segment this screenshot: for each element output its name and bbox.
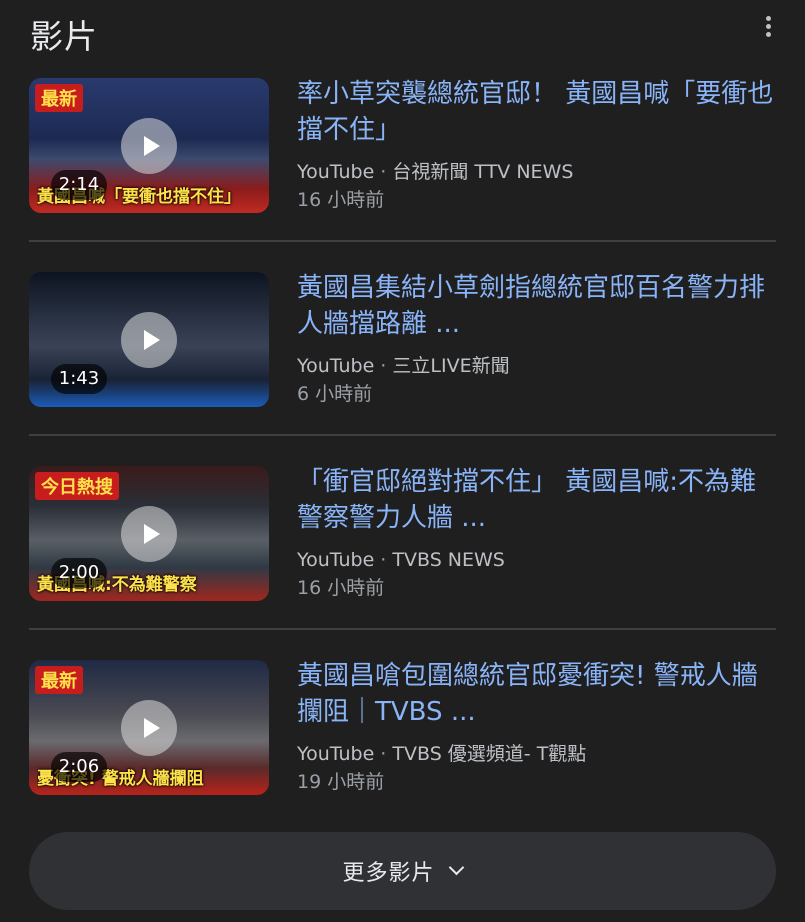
video-item[interactable]: 今日熱搜 黃國昌喊:不為難警察 2:00 「衝官邸絕對擋不住」 黃國昌喊:不為難…	[29, 454, 776, 630]
video-meta: YouTube · 三立LIVE新聞	[297, 355, 510, 377]
video-timestamp: 19 小時前	[297, 771, 385, 793]
video-timestamp: 16 小時前	[297, 577, 385, 599]
video-platform: YouTube	[297, 355, 375, 377]
video-title-link[interactable]: 黃國昌集結小草劍指總統官邸百名警力排人牆擋路離 ...	[297, 270, 775, 342]
play-icon[interactable]	[121, 700, 177, 756]
video-channel: 三立LIVE新聞	[392, 355, 510, 377]
video-title-link[interactable]: 「衝官邸絕對擋不住」 黃國昌喊:不為難警察警力人牆 ...	[297, 464, 775, 536]
play-icon[interactable]	[121, 506, 177, 562]
duration-badge: 1:43	[51, 364, 107, 394]
more-vert-icon[interactable]	[762, 14, 774, 42]
duration-badge: 2:00	[51, 558, 107, 588]
video-list: 最新 黃國昌喊「要衝也擋不住」 2:14 率小草突襲總統官邸！ 黃國昌喊「要衝也…	[29, 66, 776, 840]
play-icon[interactable]	[121, 312, 177, 368]
video-item[interactable]: 最新 憂衝突! 警戒人牆攔阻 2:06 黃國昌嗆包圍總統官邸憂衝突! 警戒人牆攔…	[29, 648, 776, 822]
duration-badge: 2:14	[51, 170, 107, 200]
video-thumbnail[interactable]: 最新 憂衝突! 警戒人牆攔阻 2:06	[29, 660, 269, 795]
video-item[interactable]: 1:43 黃國昌集結小草劍指總統官邸百名警力排人牆擋路離 ... YouTube…	[29, 260, 776, 436]
video-title-link[interactable]: 黃國昌嗆包圍總統官邸憂衝突! 警戒人牆攔阻｜TVBS ...	[297, 658, 775, 730]
more-videos-button[interactable]: 更多影片	[29, 832, 776, 910]
videos-header: 影片	[30, 6, 780, 56]
video-platform: YouTube	[297, 549, 375, 571]
video-meta: YouTube · TVBS NEWS	[297, 549, 505, 571]
section-title: 影片	[30, 17, 98, 56]
video-thumbnail[interactable]: 最新 黃國昌喊「要衝也擋不住」 2:14	[29, 78, 269, 213]
thumbnail-banner: 最新	[35, 666, 83, 694]
duration-badge: 2:06	[51, 752, 107, 782]
video-platform: YouTube	[297, 743, 375, 765]
video-title-link[interactable]: 率小草突襲總統官邸！ 黃國昌喊「要衝也擋不住」	[297, 76, 775, 148]
video-timestamp: 16 小時前	[297, 189, 385, 211]
video-meta: YouTube · 台視新聞 TTV NEWS	[297, 161, 574, 183]
video-thumbnail[interactable]: 今日熱搜 黃國昌喊:不為難警察 2:00	[29, 466, 269, 601]
video-item[interactable]: 最新 黃國昌喊「要衝也擋不住」 2:14 率小草突襲總統官邸！ 黃國昌喊「要衝也…	[29, 66, 776, 242]
play-icon[interactable]	[121, 118, 177, 174]
video-channel: TVBS 優選頻道- T觀點	[392, 743, 587, 765]
thumbnail-banner: 最新	[35, 84, 83, 112]
more-videos-label: 更多影片	[342, 861, 435, 886]
video-timestamp: 6 小時前	[297, 383, 373, 405]
video-thumbnail[interactable]: 1:43	[29, 272, 269, 407]
video-channel: TVBS NEWS	[392, 549, 505, 571]
chevron-down-icon	[451, 862, 463, 874]
thumbnail-banner: 今日熱搜	[35, 472, 119, 500]
video-meta: YouTube · TVBS 優選頻道- T觀點	[297, 743, 587, 765]
video-platform: YouTube	[297, 161, 375, 183]
video-channel: 台視新聞 TTV NEWS	[392, 161, 574, 183]
